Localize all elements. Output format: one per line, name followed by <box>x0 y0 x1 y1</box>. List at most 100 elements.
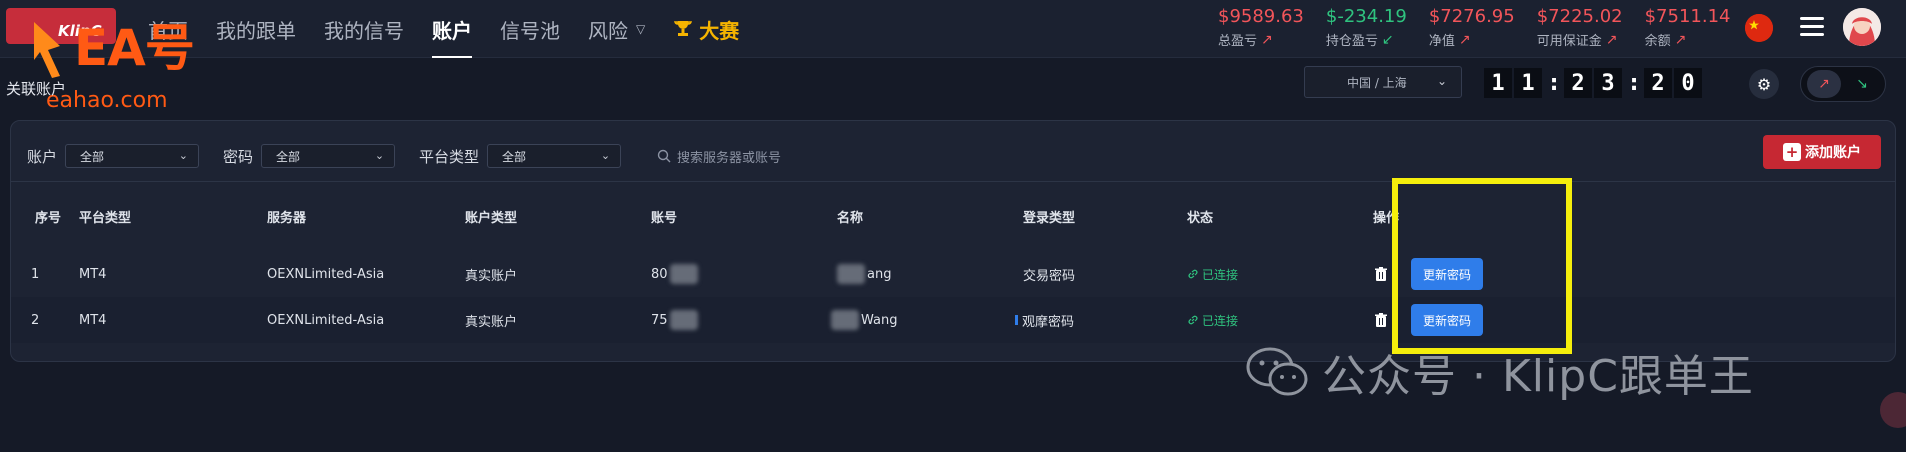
stat-equity[interactable]: $7276.95 净值 ↗ <box>1429 6 1515 49</box>
name-text: ang <box>867 266 892 282</box>
clock-digit: 1 <box>1514 68 1542 98</box>
settings-gear-icon[interactable]: ⚙ <box>1749 69 1779 99</box>
clock-digit: 0 <box>1674 68 1702 98</box>
filter-account-value: 全部 <box>80 149 105 164</box>
link-icon <box>1188 269 1198 279</box>
table-header: 序号 平台类型 服务器 账户类型 账号 名称 登录类型 状态 操作 <box>11 193 1895 239</box>
cell-platform: MT4 <box>79 312 107 328</box>
stat-value: $7276.95 <box>1428 6 1515 27</box>
cell-name: Wang <box>831 297 897 343</box>
status-text: 已连接 <box>1202 267 1239 282</box>
stat-value: $-234.19 <box>1325 6 1407 27</box>
trash-icon <box>1375 267 1387 281</box>
col-name: 名称 <box>837 210 864 226</box>
hamburger-menu-icon[interactable] <box>1800 17 1824 39</box>
clock-digit: 2 <box>1644 68 1672 98</box>
login-type-text: 观摩密码 <box>1022 314 1075 330</box>
filter-password-select[interactable]: 全部 ⌄ <box>261 144 396 168</box>
delete-button[interactable] <box>1373 297 1389 343</box>
nav-contest-label: 大赛 <box>699 18 740 43</box>
trend-down-icon: ↙ <box>1381 31 1394 48</box>
name-text: Wang <box>861 312 898 328</box>
stat-label: 余额 <box>1644 34 1671 49</box>
nav-item-accounts[interactable]: 账户 <box>432 0 472 58</box>
col-server: 服务器 <box>267 210 307 226</box>
cell-server: OEXNLimited-Asia <box>267 266 385 282</box>
trend-up-icon: ↗ <box>1605 31 1618 48</box>
accounts-panel: 账户 全部 ⌄ 密码 全部 ⌄ 平台类型 全部 ⌄ 搜索服务器或账号 + 添加账… <box>10 120 1896 362</box>
sub-header: 关联账户 中国 / 上海 ⌄ 1 1 : 2 3 : 2 0 ⚙ ↗ ↘ <box>0 62 1906 106</box>
stat-free-margin[interactable]: $7225.02 可用保证金 ↗ <box>1537 6 1623 49</box>
timezone-select[interactable]: 中国 / 上海 ⌄ <box>1304 66 1462 98</box>
filter-account-label: 账户 <box>27 147 58 166</box>
nav-item-signal-pool[interactable]: 信号池 <box>500 0 560 58</box>
col-account-no: 账号 <box>651 210 678 226</box>
chevron-down-icon: ⌄ <box>1436 74 1447 88</box>
filter-account-select[interactable]: 全部 ⌄ <box>65 144 200 168</box>
wechat-icon <box>1246 347 1308 396</box>
redacted-blur <box>837 264 865 284</box>
stat-position-pnl[interactable]: $-234.19 持仓盈亏 ↙ <box>1326 6 1407 49</box>
stat-label: 净值 <box>1428 34 1455 49</box>
redacted-blur <box>831 310 859 330</box>
stat-label: 可用保证金 <box>1536 34 1602 49</box>
nav-item-contest[interactable]: 大赛 <box>673 0 739 58</box>
floating-help-button[interactable] <box>1880 392 1906 428</box>
stat-total-pnl[interactable]: $9589.63 总盈亏 ↗ <box>1218 6 1304 49</box>
filter-platform-label: 平台类型 <box>419 147 480 166</box>
search-input[interactable]: 搜索服务器或账号 <box>657 147 781 166</box>
stat-value: $9589.63 <box>1218 6 1304 27</box>
chevron-down-icon: ⌄ <box>374 149 385 162</box>
cell-login-type: 交易密码 <box>1023 268 1076 284</box>
cell-account-no: 75 <box>651 297 698 343</box>
filter-password-label: 密码 <box>223 147 254 166</box>
table-row: 1 MT4 OEXNLimited-Asia 真实账户 80 ang 交易密码 … <box>11 251 1895 297</box>
trend-color-toggle[interactable]: ↗ ↘ <box>1800 66 1886 102</box>
cell-login-type: 观摩密码 <box>1015 297 1074 343</box>
link-icon <box>1188 315 1198 325</box>
cell-account-type: 真实账户 <box>465 314 518 330</box>
clock-digit: 2 <box>1564 68 1592 98</box>
status-badge: 已连接 <box>1187 297 1238 343</box>
filter-platform-value: 全部 <box>502 149 527 164</box>
col-status: 状态 <box>1187 210 1214 226</box>
cell-index: 1 <box>31 266 40 282</box>
nav-item-risk-label: 风险 <box>588 18 628 43</box>
delete-button[interactable] <box>1373 251 1389 297</box>
stat-value: $7511.14 <box>1644 6 1731 27</box>
filter-password-value: 全部 <box>276 149 301 164</box>
search-icon <box>657 149 671 163</box>
cell-index: 2 <box>31 312 40 328</box>
avatar[interactable] <box>1843 8 1881 46</box>
china-flag-icon[interactable] <box>1745 14 1773 42</box>
timezone-value: 中国 / 上海 <box>1347 75 1407 90</box>
clock-colon: : <box>1549 70 1559 96</box>
stat-label: 总盈亏 <box>1218 34 1258 49</box>
nav-item-my-signals[interactable]: 我的信号 <box>324 0 404 58</box>
chevron-down-icon: ▽ <box>636 22 646 36</box>
trend-up-icon: ↗ <box>1261 31 1273 48</box>
account-no-text: 80 <box>651 266 668 282</box>
cell-name: ang <box>837 251 891 297</box>
filter-platform-select[interactable]: 全部 ⌄ <box>487 144 622 168</box>
nav-item-my-copy[interactable]: 我的跟单 <box>216 0 296 58</box>
stat-value: $7225.02 <box>1536 6 1623 27</box>
add-account-button[interactable]: + 添加账户 <box>1763 135 1881 169</box>
clock-digit: 3 <box>1594 68 1622 98</box>
clock-colon: : <box>1629 70 1639 96</box>
redacted-blur <box>669 310 698 330</box>
redacted-blur <box>669 264 698 284</box>
trophy-icon <box>674 21 693 36</box>
col-account-type: 账户类型 <box>465 210 518 226</box>
trend-down-icon[interactable]: ↘ <box>1845 70 1879 98</box>
highlight-annotation <box>1392 178 1572 354</box>
search-placeholder: 搜索服务器或账号 <box>677 150 782 166</box>
clock: 1 1 : 2 3 : 2 0 <box>1484 68 1704 98</box>
stat-balance[interactable]: $7511.14 余额 ↗ <box>1645 6 1731 49</box>
nav-item-risk[interactable]: 风险 ▽ <box>588 0 645 58</box>
col-login-type: 登录类型 <box>1023 210 1076 226</box>
chevron-down-icon: ⌄ <box>178 149 189 162</box>
cell-platform: MT4 <box>79 266 107 282</box>
wechat-watermark-text: 公众号 · KlipC跟单王 <box>1322 351 1754 402</box>
trend-up-icon[interactable]: ↗ <box>1807 70 1841 98</box>
